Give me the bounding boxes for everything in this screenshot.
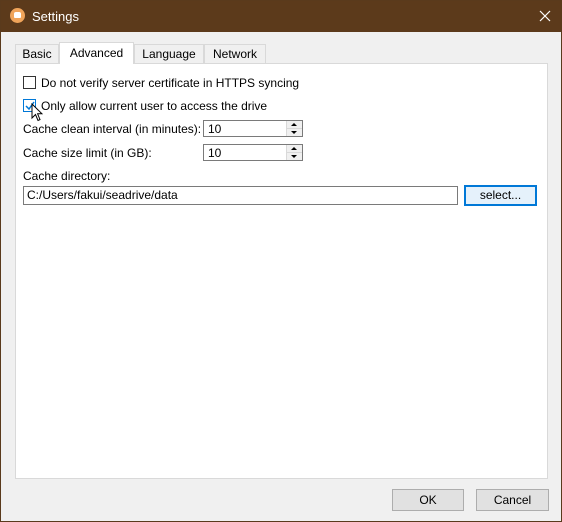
tab-advanced-label: Advanced <box>69 46 124 60</box>
select-directory-label: select... <box>479 188 522 202</box>
window-title: Settings <box>32 9 79 24</box>
cache-directory-input[interactable]: C:/Users/fakui/seadrive/data <box>23 186 458 205</box>
select-directory-button[interactable]: select... <box>464 185 537 206</box>
settings-window: Settings Basic Advanced Language Network… <box>0 0 562 522</box>
tab-advanced[interactable]: Advanced <box>59 42 134 64</box>
spin-down-icon[interactable] <box>287 129 302 136</box>
verify-cert-checkbox[interactable] <box>23 76 36 89</box>
tab-basic[interactable]: Basic <box>15 44 59 63</box>
close-icon <box>539 10 551 22</box>
cache-size-limit-spin-buttons <box>286 145 302 160</box>
close-button[interactable] <box>529 1 561 32</box>
spin-up-icon[interactable] <box>287 121 302 129</box>
cache-directory-label: Cache directory: <box>23 169 111 183</box>
current-user-only-label[interactable]: Only allow current user to access the dr… <box>41 99 267 113</box>
tab-network-label: Network <box>212 47 257 61</box>
cancel-label: Cancel <box>493 493 532 507</box>
title-bar[interactable]: Settings <box>1 1 561 32</box>
cache-size-limit-value[interactable]: 10 <box>208 146 221 160</box>
spin-up-icon[interactable] <box>287 145 302 153</box>
cache-clean-interval-label: Cache clean interval (in minutes): <box>23 122 202 136</box>
tab-language[interactable]: Language <box>134 44 204 63</box>
cache-clean-interval-spin-buttons <box>286 121 302 136</box>
cache-clean-interval-spinbox[interactable]: 10 <box>203 120 303 137</box>
spin-down-icon[interactable] <box>287 153 302 160</box>
cancel-button[interactable]: Cancel <box>476 489 549 511</box>
ok-button[interactable]: OK <box>392 489 464 511</box>
tab-language-label: Language <box>142 47 196 61</box>
cache-size-limit-label: Cache size limit (in GB): <box>23 146 152 160</box>
cache-clean-interval-value[interactable]: 10 <box>208 122 221 136</box>
verify-cert-label[interactable]: Do not verify server certificate in HTTP… <box>41 76 299 90</box>
cache-size-limit-spinbox[interactable]: 10 <box>203 144 303 161</box>
pointer-cursor-icon <box>31 103 43 122</box>
tab-network[interactable]: Network <box>204 44 266 63</box>
tab-basic-label: Basic <box>22 47 52 61</box>
ok-label: OK <box>419 493 437 507</box>
seadrive-app-icon <box>10 8 25 23</box>
